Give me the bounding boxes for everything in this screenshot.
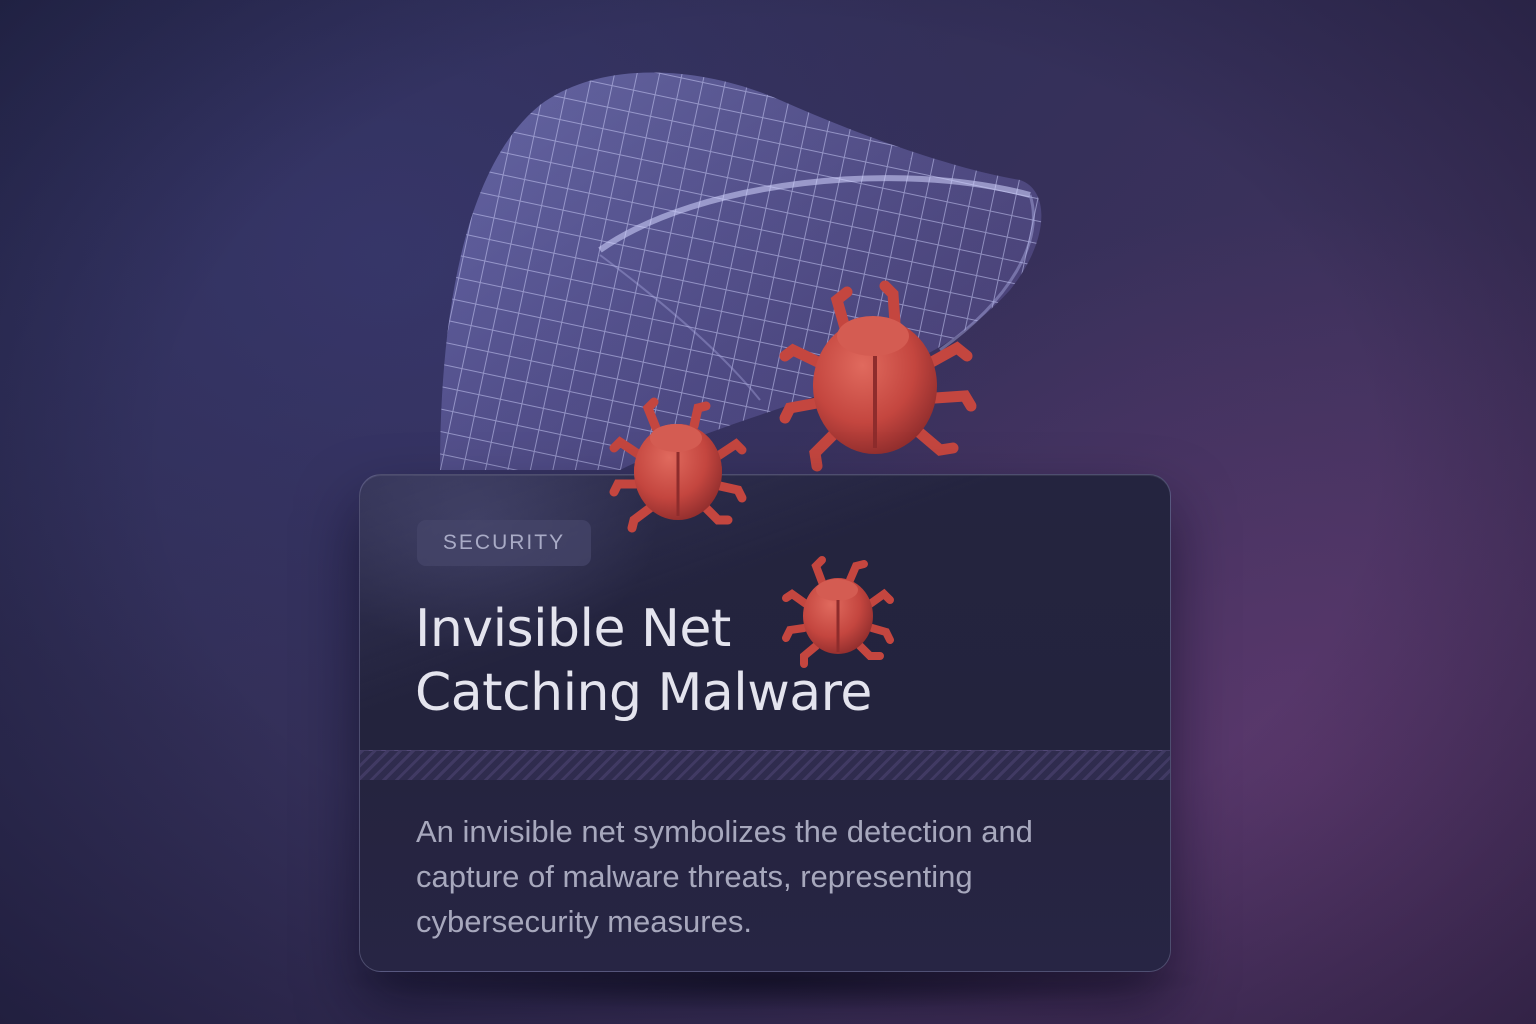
net-icon: [440, 72, 1042, 470]
card-title: Invisible Net Catching Malware: [415, 597, 872, 725]
category-tag: SECURITY: [417, 520, 591, 566]
card-description: An invisible net symbolizes the detectio…: [416, 814, 1033, 939]
card-title-line-2: Catching Malware: [415, 663, 872, 723]
info-card: SECURITY Invisible Net Catching Malware …: [359, 474, 1171, 972]
card-title-line-1: Invisible Net: [415, 599, 731, 659]
divider-stripe: [360, 750, 1170, 782]
